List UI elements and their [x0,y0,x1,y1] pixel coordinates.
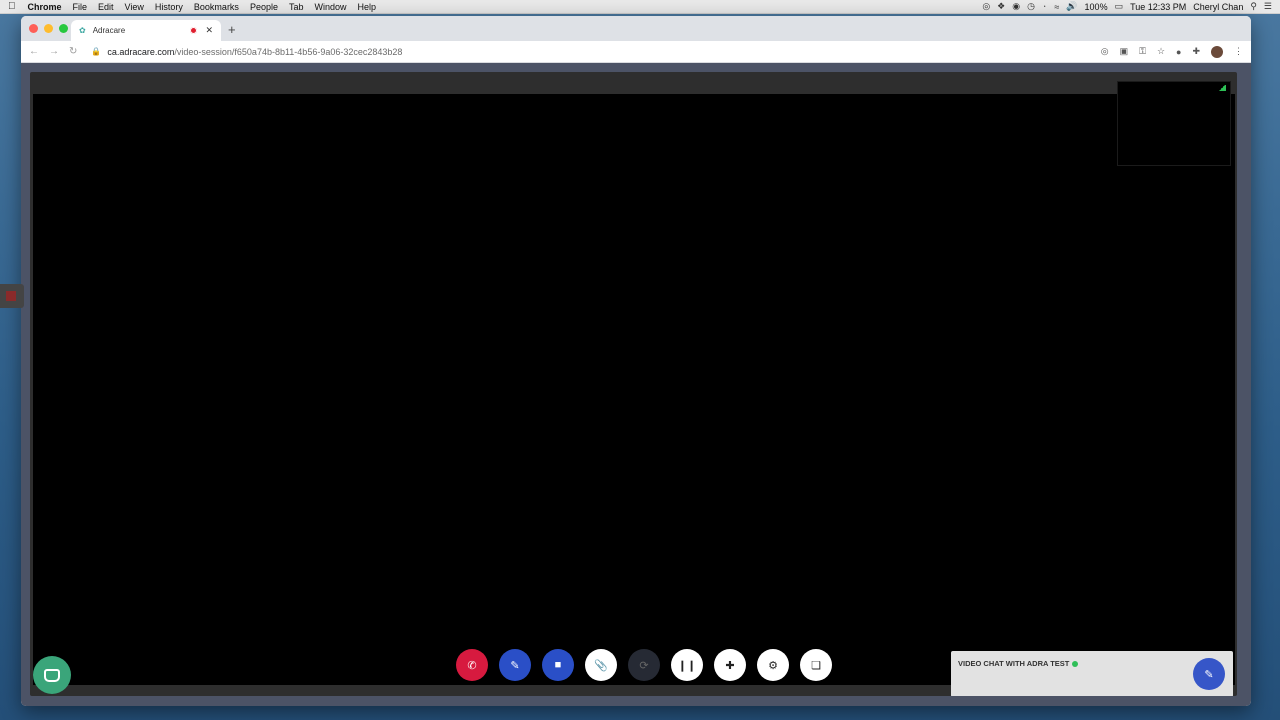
pencil-icon: ✎ [1204,668,1214,681]
compose-message-button[interactable]: ✎ [1193,658,1225,690]
pause-button[interactable]: ❙❙ [671,649,703,681]
toggle-camera-button[interactable]: ■ [542,649,574,681]
forward-arrow-icon[interactable]: → [49,46,59,57]
chat-title-text: VIDEO CHAT WITH ADRA TEST [958,659,1070,668]
apple-icon[interactable]:  [8,1,16,12]
chat-panel-title: VIDEO CHAT WITH ADRA TEST [958,659,1226,668]
menu-file[interactable]: File [73,2,88,12]
browser-toolbar: ← → ↻ 🔒 ca.adracare.com/video-session/f6… [21,41,1251,63]
video-chat-panel[interactable]: VIDEO CHAT WITH ADRA TEST ✎ [951,651,1233,696]
bookmark-star-icon[interactable]: ☆ [1157,46,1165,57]
screen-share-icon: ❏ [811,659,821,672]
remote-video [33,94,1235,685]
extension-icon[interactable]: ● [1176,47,1181,57]
fullscreen-window-button[interactable] [59,24,68,33]
pause-icon: ❙❙ [677,659,697,672]
video-camera-icon: ■ [554,659,562,671]
wifi-icon[interactable]: ≈ [1054,2,1059,12]
camera-switch-icon: ⟳ [639,659,649,672]
menu-bookmarks[interactable]: Bookmarks [194,2,239,12]
settings-button[interactable]: ⚙ [757,649,789,681]
add-participant-button[interactable]: ✚ [714,649,746,681]
menubar-user[interactable]: Cheryl Chan [1193,2,1243,12]
profile-avatar[interactable] [1211,45,1223,58]
volume-icon[interactable]: 🔊 [1066,1,1077,12]
tab-strip: ✿ Adracare ✕ + [21,16,1251,41]
screen-recorder-side-tab[interactable] [0,284,24,308]
online-status-icon [1072,660,1079,667]
menubar-tray: ◎ ❖ ◉ ◷ ᛫ ≈ 🔊 100% ▭ Tue 12:33 PM Cheryl… [982,1,1272,12]
menu-window[interactable]: Window [314,2,346,12]
chat-bubble-icon [44,668,60,682]
vpn-icon[interactable]: ◉ [1012,1,1020,12]
recording-indicator-icon [190,27,198,34]
minimize-window-button[interactable] [44,24,53,33]
menu-history[interactable]: History [155,2,183,12]
menu-tab[interactable]: Tab [289,2,304,12]
microphone-off-icon: ✎ [510,659,520,672]
video-frame: ✆ ✎ ■ 📎 ⟳ ❙❙ ✚ ⚙ ❏ VIDEO CHAT WITH ADRA … [30,72,1237,696]
url-path: /video-session/f650a74b-8b11-4b56-9a06-3… [174,46,403,57]
self-video-preview[interactable] [1117,81,1231,166]
call-controls: ✆ ✎ ■ 📎 ⟳ ❙❙ ✚ ⚙ ❏ [456,649,832,681]
lock-icon[interactable]: 🔒 [91,47,101,56]
attach-file-button[interactable]: 📎 [585,649,617,681]
window-controls [29,24,68,33]
toolbar-actions: ◎ ▣ ⚿ ☆ ● ✚ ⋮ [1101,45,1243,58]
url-host: ca.adracare.com [107,46,175,57]
screen-record-icon[interactable]: ◎ [982,1,990,12]
close-tab-icon[interactable]: ✕ [205,25,213,36]
notification-center-icon[interactable]: ☰ [1264,1,1272,12]
screen-share-button[interactable]: ❏ [800,649,832,681]
key-icon[interactable]: ⚿ [1139,46,1146,57]
menubar-clock[interactable]: Tue 12:33 PM [1130,2,1186,12]
time-machine-icon[interactable]: ◷ [1027,1,1035,12]
signal-strength-icon [1218,85,1226,91]
end-call-button[interactable]: ✆ [456,649,488,681]
address-bar[interactable]: 🔒 ca.adracare.com/video-session/f650a74b… [91,47,402,57]
phone-hangup-icon: ✆ [467,659,477,672]
chrome-window: ✿ Adracare ✕ + ← → ↻ 🔒 ca.adracare.com/v… [21,16,1251,706]
menu-chrome[interactable]: Chrome [28,2,62,12]
menu-edit[interactable]: Edit [98,2,114,12]
extensions-puzzle-icon[interactable]: ✚ [1192,46,1200,57]
battery-icon[interactable]: ▭ [1115,1,1124,12]
stop-record-icon [6,291,16,301]
close-window-button[interactable] [29,24,38,33]
switch-camera-button[interactable]: ⟳ [628,649,660,681]
new-tab-button[interactable]: + [228,22,236,37]
tab-title: Adracare [92,26,126,35]
paperclip-icon: 📎 [594,659,608,672]
location-blocked-icon[interactable]: ◎ [1101,46,1109,57]
bluetooth-icon[interactable]: ᛫ [1042,2,1047,12]
battery-percent[interactable]: 100% [1085,2,1108,12]
browser-tab-adracare[interactable]: ✿ Adracare ✕ [71,20,221,41]
macos-menubar:  Chrome File Edit View History Bookmark… [0,0,1280,14]
camera-in-use-icon[interactable]: ▣ [1120,46,1129,57]
menu-view[interactable]: View [125,2,144,12]
mute-microphone-button[interactable]: ✎ [499,649,531,681]
adracare-favicon-icon: ✿ [79,26,86,35]
plus-icon: ✚ [725,659,735,672]
dropbox-icon[interactable]: ❖ [997,1,1005,12]
chrome-menu-icon[interactable]: ⋮ [1234,46,1243,57]
video-session-page: ✆ ✎ ■ 📎 ⟳ ❙❙ ✚ ⚙ ❏ VIDEO CHAT WITH ADRA … [21,63,1251,706]
gear-icon: ⚙ [768,659,778,672]
spotlight-search-icon[interactable]: ⚲ [1250,1,1257,12]
support-chat-launcher[interactable] [33,656,71,694]
menu-people[interactable]: People [250,2,278,12]
back-arrow-icon[interactable]: ← [29,46,39,57]
menu-help[interactable]: Help [358,2,377,12]
reload-icon[interactable]: ↻ [69,46,77,57]
